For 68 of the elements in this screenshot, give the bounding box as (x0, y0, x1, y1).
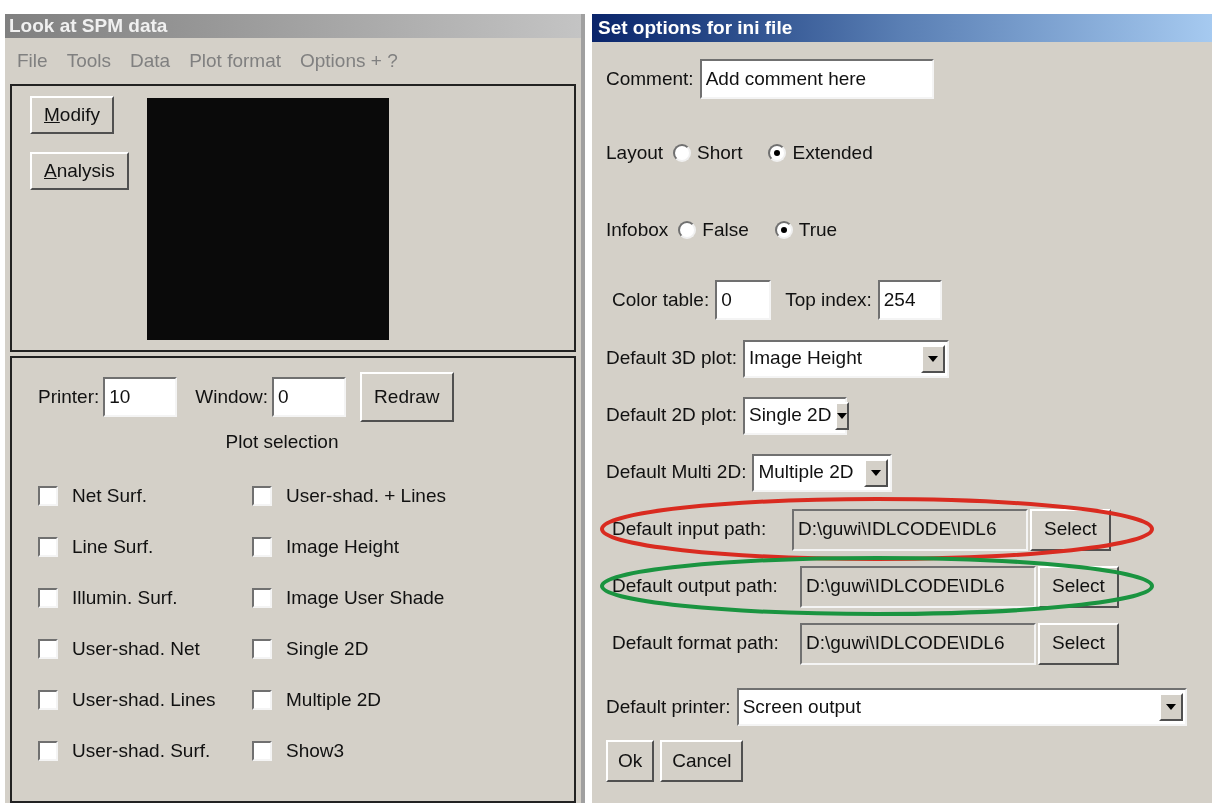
dialog-button[interactable]: Ok (606, 740, 655, 782)
radio-button[interactable] (768, 144, 787, 162)
checkbox[interactable] (38, 537, 58, 557)
radio-label: Short (697, 140, 743, 165)
field-label: Default 2D plot: (606, 403, 737, 428)
field-label: Color table: (612, 287, 710, 312)
dialog-button[interactable]: Cancel (660, 740, 744, 782)
checkbox[interactable] (252, 588, 272, 608)
field-label: Infobox (606, 217, 669, 242)
input-field[interactable]: 254 (877, 280, 942, 320)
dropdown[interactable]: Single 2D (742, 396, 847, 435)
checkbox-label: User-shad. Surf. (72, 738, 211, 763)
dropdown[interactable]: Image Height (742, 339, 949, 378)
field-label: Top index: (785, 287, 872, 312)
radio-button[interactable] (678, 221, 697, 239)
field-label: Window: (195, 384, 269, 409)
redraw-button[interactable]: Redraw (360, 372, 454, 422)
checkbox[interactable] (38, 588, 58, 608)
radio-label: True (798, 217, 838, 242)
checkbox[interactable] (38, 690, 58, 710)
field-label: Default format path: (612, 631, 780, 656)
checkbox[interactable] (38, 741, 58, 761)
dropdown[interactable]: Multiple 2D (752, 453, 893, 492)
checkbox-label: Show3 (286, 738, 345, 763)
window-title: Set options for ini file (592, 14, 1212, 42)
checkbox[interactable] (252, 741, 272, 761)
path-field[interactable]: D:\guwi\IDLCODE\IDL6 (792, 508, 1028, 551)
radio-button[interactable] (774, 221, 793, 239)
checkbox[interactable] (252, 486, 272, 506)
radio-label: Extended (792, 140, 873, 165)
input-field[interactable]: 10 (103, 377, 178, 417)
checkbox-label: Illumin. Surf. (72, 585, 178, 610)
radio-button[interactable] (673, 144, 692, 162)
checkbox[interactable] (252, 639, 272, 659)
window-title: Look at SPM data (5, 14, 581, 38)
path-field[interactable]: D:\guwi\IDLCODE\IDL6 (800, 622, 1036, 665)
input-field[interactable]: 0 (272, 377, 347, 417)
checkbox-label: Line Surf. (72, 534, 154, 559)
checkbox[interactable] (252, 537, 272, 557)
checkbox-label: User-shad. Net (72, 636, 200, 661)
checkbox-label: User-shad. + Lines (286, 483, 446, 508)
checkbox-label: Single 2D (286, 636, 369, 661)
comment-field[interactable]: Add comment here (699, 59, 934, 99)
checkbox-label: Image User Shade (286, 585, 445, 610)
field-label: Default output path: (612, 574, 779, 599)
tool-button[interactable]: Modify (30, 96, 114, 134)
checkbox[interactable] (38, 639, 58, 659)
field-label: Default 3D plot: (606, 346, 737, 371)
field-label: Default input path: (612, 517, 768, 542)
checkbox[interactable] (38, 486, 58, 506)
checkbox[interactable] (252, 690, 272, 710)
field-label: Default Multi 2D: (606, 460, 747, 485)
field-label: Default printer: (606, 694, 731, 719)
input-field[interactable]: 0 (715, 280, 772, 320)
select-button[interactable]: Select (1030, 508, 1111, 551)
field-label: Printer: (38, 384, 100, 409)
select-button[interactable]: Select (1038, 622, 1119, 665)
path-field[interactable]: D:\guwi\IDLCODE\IDL6 (800, 565, 1036, 608)
section-heading: Plot selection (225, 430, 339, 454)
checkbox-label: Image Height (286, 534, 399, 559)
checkbox-label: User-shad. Lines (72, 687, 216, 712)
tool-button[interactable]: Analysis (30, 152, 129, 190)
field-label: Comment: (606, 66, 694, 91)
radio-label: False (702, 217, 749, 242)
dropdown[interactable]: Screen output (736, 688, 1187, 726)
checkbox-label: Net Surf. (72, 483, 147, 508)
checkbox-label: Multiple 2D (286, 687, 382, 712)
field-label: Layout (606, 140, 664, 165)
